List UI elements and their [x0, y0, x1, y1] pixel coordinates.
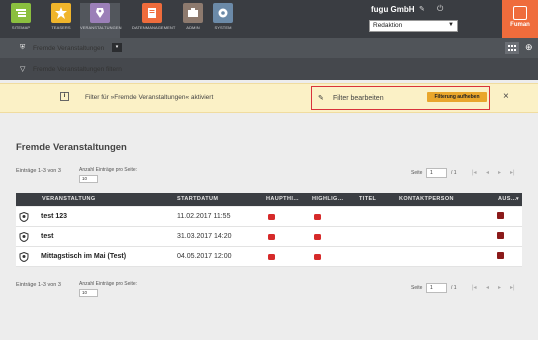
col-aus[interactable]: AUS…	[498, 196, 517, 202]
event-date: 04.05.2017 12:00	[177, 253, 232, 260]
pager-label-bottom: Seite	[411, 285, 423, 291]
last-page-icon[interactable]: ▸|	[510, 284, 515, 291]
event-shield-icon	[19, 232, 29, 242]
nav-label: SITEMAP	[11, 25, 31, 30]
per-page-select-bottom[interactable]: 10	[79, 289, 98, 297]
section-title: Fremde Veranstaltungen	[33, 45, 105, 52]
nav-label: TEASERS	[51, 25, 71, 30]
fuman-logo-icon	[513, 6, 527, 20]
nav-datenmanagement[interactable]: DATENMANAGEMENT	[132, 3, 176, 37]
first-page-icon[interactable]: |◂	[472, 169, 477, 176]
pager-total: / 1	[451, 170, 457, 176]
next-page-icon[interactable]: ▸	[498, 169, 501, 176]
status-dot	[268, 254, 275, 260]
fuman-logo[interactable]: Fuman	[502, 0, 538, 38]
status-dot	[268, 214, 275, 220]
teasers-icon	[51, 3, 71, 23]
col-titel[interactable]: TITEL	[359, 196, 376, 202]
event-shield-icon	[19, 212, 29, 222]
section-dropdown-button[interactable]: ▾	[112, 43, 122, 52]
filter-icon: ▽	[20, 66, 26, 73]
col-haupthighlight[interactable]: HAUPTHI…	[266, 196, 299, 202]
event-name[interactable]: test	[41, 233, 53, 240]
remove-filter-button[interactable]: Filterung aufheben	[427, 92, 487, 102]
pencil-icon[interactable]: ✎	[318, 94, 324, 102]
pager-label: Seite	[411, 170, 423, 176]
info-icon: i	[60, 92, 69, 101]
page-number-input-bottom[interactable]: 1	[426, 283, 447, 293]
event-shield-icon	[19, 252, 29, 262]
filter-message: Filter für »Fremde Veranstaltungen« akti…	[85, 94, 214, 101]
status-square	[497, 232, 504, 239]
page-title: Fremde Veranstaltungen	[16, 142, 127, 153]
close-icon[interactable]: ×	[503, 91, 509, 102]
sitemap-icon	[11, 3, 31, 23]
grid-view-button[interactable]	[505, 42, 519, 54]
last-page-icon[interactable]: ▸|	[510, 169, 515, 176]
status-dot	[314, 214, 321, 220]
filter-link[interactable]: Fremde Veranstaltungen filtern	[33, 66, 122, 73]
per-page-value: 10	[82, 290, 88, 295]
events-icon	[90, 3, 110, 23]
per-page-label-bottom: Anzahl Einträge pro Seite:	[79, 281, 138, 287]
globe-icon[interactable]: ⊕	[525, 42, 533, 53]
status-dot	[314, 254, 321, 260]
redaktion-value: Redaktion	[373, 22, 403, 29]
page-number-input[interactable]: 1	[426, 168, 447, 178]
event-name[interactable]: Mittagstisch im Mai (Test)	[41, 253, 126, 260]
pager-total-bottom: / 1	[451, 285, 457, 291]
edit-filter-link[interactable]: Filter bearbeiten	[333, 95, 384, 102]
per-page-label: Anzahl Einträge pro Seite:	[79, 167, 138, 173]
gear-icon	[213, 3, 233, 23]
nav-teasers[interactable]: TEASERS	[42, 3, 80, 37]
page-number: 1	[430, 285, 433, 291]
entries-count-bottom: Einträge 1-3 von 3	[16, 282, 61, 288]
col-veranstaltung[interactable]: VERANSTALTUNG	[42, 196, 96, 202]
caret-down-icon: ▼	[448, 22, 454, 28]
per-page-value: 10	[82, 176, 88, 181]
per-page-select[interactable]: 10	[79, 175, 98, 183]
status-dot	[268, 234, 275, 240]
entries-count: Einträge 1-3 von 3	[16, 168, 61, 174]
col-highlight[interactable]: HIGHLIG…	[312, 196, 344, 202]
power-icon[interactable]: ⏻	[437, 4, 443, 14]
admin-icon	[183, 3, 203, 23]
nav-veranstaltungen[interactable]: VERANSTALTUNGEN	[80, 3, 122, 38]
nav-system[interactable]: SYSTEM	[204, 3, 242, 37]
nav-sitemap[interactable]: SITEMAP	[2, 3, 40, 37]
first-page-icon[interactable]: |◂	[472, 284, 477, 291]
status-dot	[314, 234, 321, 240]
next-page-icon[interactable]: ▸	[498, 284, 501, 291]
status-square	[497, 252, 504, 259]
event-date: 31.03.2017 14:20	[177, 233, 232, 240]
page-number: 1	[430, 170, 433, 176]
sort-caret-icon[interactable]: ▾	[516, 196, 519, 202]
brand-name: Fuman	[510, 22, 530, 28]
events-small-icon: ⛨	[20, 44, 26, 51]
col-startdatum[interactable]: STARTDATUM	[177, 196, 218, 202]
col-kontaktperson[interactable]: KONTAKTPERSON	[399, 196, 454, 202]
prev-page-icon[interactable]: ◂	[486, 284, 489, 291]
prev-page-icon[interactable]: ◂	[486, 169, 489, 176]
company-name: fugu GmbH	[371, 5, 415, 14]
redaktion-select[interactable]: Redaktion ▼	[369, 20, 458, 32]
event-name[interactable]: test 123	[41, 213, 67, 220]
nav-label: DATENMANAGEMENT	[132, 25, 176, 30]
event-date: 11.02.2017 11:55	[177, 213, 231, 220]
pencil-icon[interactable]: ✎	[419, 5, 425, 13]
nav-label: VERANSTALTUNGEN	[80, 25, 122, 30]
nav-label: ADMIN	[186, 25, 200, 30]
document-icon	[142, 3, 162, 23]
nav-label: SYSTEM	[214, 25, 232, 30]
status-square	[497, 212, 504, 219]
